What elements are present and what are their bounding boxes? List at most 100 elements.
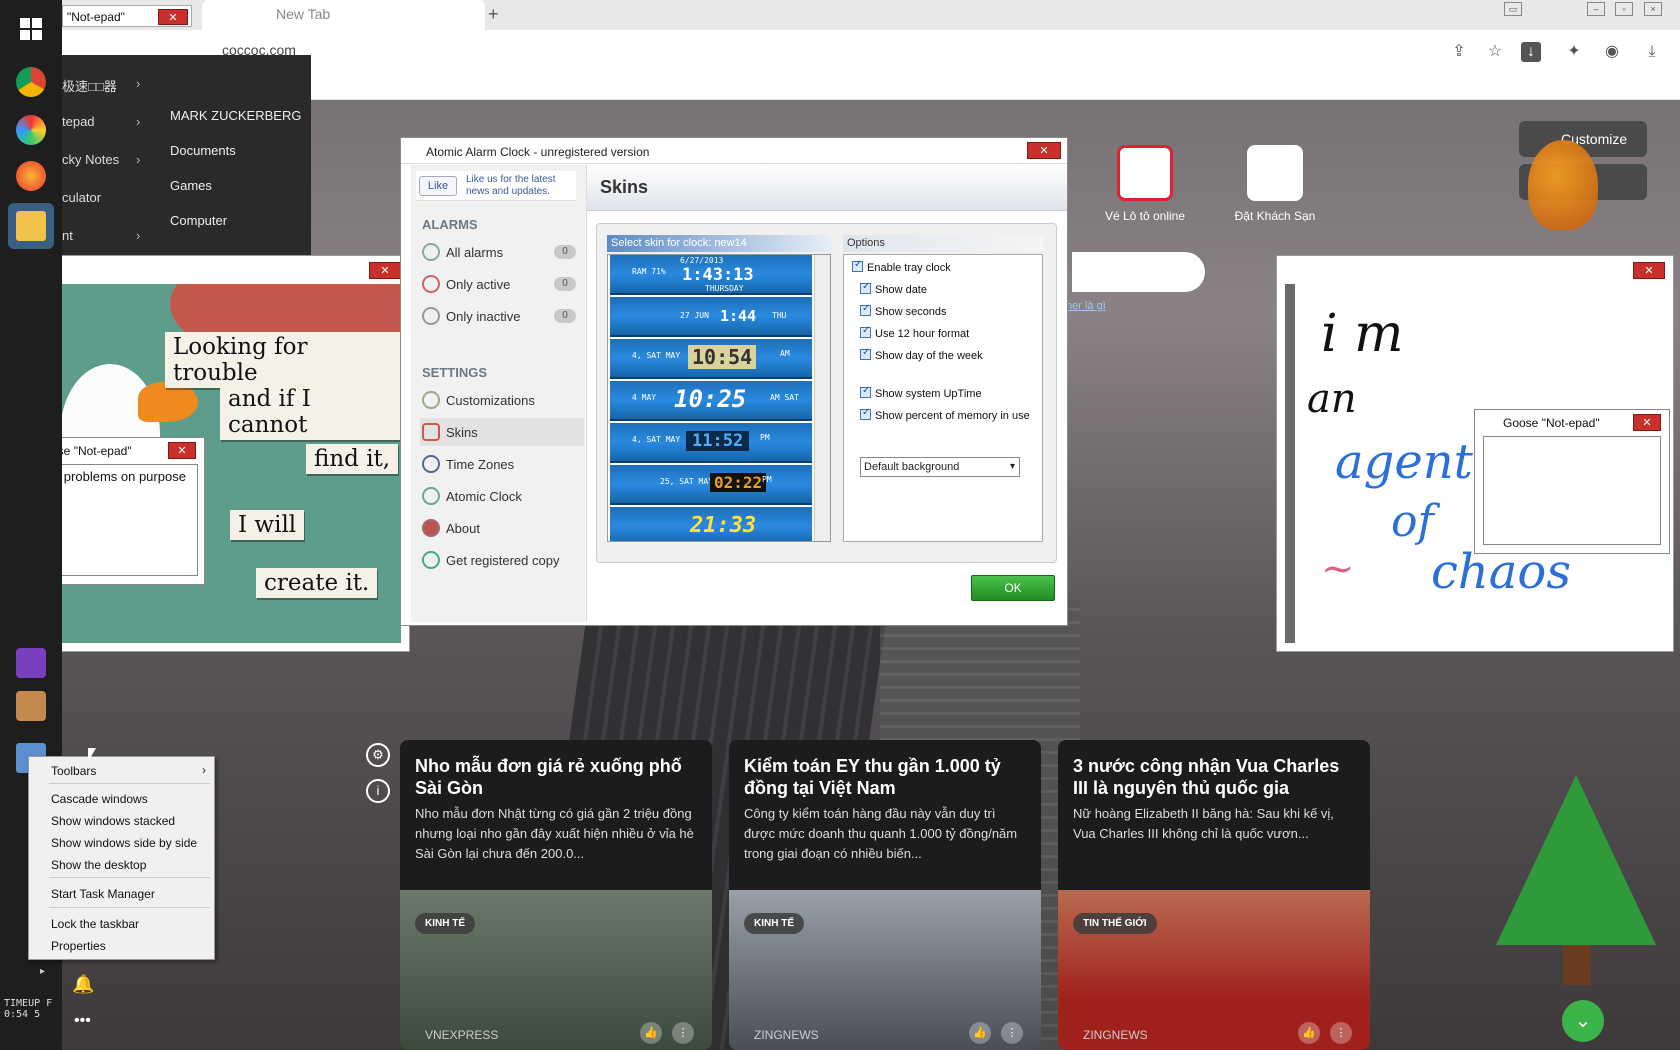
sidebar-item-skins[interactable]: Skins	[420, 418, 584, 446]
ok-button[interactable]: OK	[971, 575, 1055, 601]
skin-option[interactable]: 27 JUN 1:44 THU	[610, 297, 812, 337]
start-menu-user[interactable]: MARK ZUCKERBERG	[170, 108, 301, 143]
close-icon[interactable]: ✕	[168, 442, 196, 459]
news-card[interactable]: 3 nước công nhận Vua Charles III là nguy…	[1058, 740, 1370, 1050]
option-show-date[interactable]: Show date	[860, 281, 927, 296]
christmas-tree-decoration	[1496, 775, 1656, 945]
menu-item-stacked[interactable]: Show windows stacked	[51, 814, 175, 828]
sidebar-item-all-alarms[interactable]: All alarms 0	[420, 238, 584, 266]
sidebar-item-time-zones[interactable]: Time Zones	[420, 450, 584, 478]
minimize-button[interactable]: –	[1587, 2, 1605, 16]
sidebar-item-only-inactive[interactable]: Only inactive 0	[420, 302, 584, 330]
skin-list[interactable]: 6/27/2013 RAM 71% 1:43:13 THURSDAY 27 JU…	[607, 254, 831, 542]
like-text: Like us for the latest news and updates.	[466, 174, 556, 197]
option-12-hour[interactable]: Use 12 hour format	[860, 325, 969, 340]
skin-option[interactable]: 4, SAT MAY 11:52 PM	[610, 423, 812, 463]
skin-option[interactable]: 6/27/2013 RAM 71% 1:43:13 THURSDAY	[610, 255, 812, 295]
menu-item-cascade[interactable]: Cascade windows	[51, 792, 148, 806]
option-show-seconds[interactable]: Show seconds	[860, 303, 947, 318]
like-button[interactable]: Like	[419, 176, 457, 196]
close-icon[interactable]: ✕	[369, 262, 401, 279]
menu-item-side-by-side[interactable]: Show windows side by side	[51, 836, 197, 850]
tab-new-tab[interactable]: New Tab	[202, 0, 485, 30]
start-button[interactable]	[8, 6, 54, 52]
sidebar-item-atomic-clock[interactable]: Atomic Clock	[420, 482, 584, 510]
start-menu-documents[interactable]: Documents	[170, 143, 301, 178]
menu-item-properties[interactable]: Properties	[51, 939, 106, 953]
background-select[interactable]: Default background	[860, 457, 1020, 477]
alarm-titlebar[interactable]: Atomic Alarm Clock - unregistered versio…	[401, 138, 1067, 164]
skin-option[interactable]: 21:33	[610, 507, 812, 541]
option-enable-tray-clock[interactable]: Enable tray clock	[852, 259, 951, 274]
option-memory-percent[interactable]: Show percent of memory in use	[860, 407, 1030, 422]
maximize-button[interactable]: ▫	[1615, 2, 1633, 16]
goose-notepad-right[interactable]: Goose "Not-epad" ✕	[1474, 409, 1670, 554]
sidebar-item-about[interactable]: About	[420, 514, 584, 542]
close-button[interactable]: ×	[1644, 2, 1662, 16]
notification-bell-icon[interactable]: 🔔	[72, 974, 94, 995]
skin-option[interactable]: 4 MAY 10:25 AM SAT	[610, 381, 812, 421]
close-icon[interactable]: ✕	[1633, 414, 1661, 431]
menu-item-toolbars[interactable]: Toolbars	[51, 764, 96, 778]
picture-in-picture-icon[interactable]: ▭	[1504, 2, 1522, 16]
count-badge: 0	[554, 245, 576, 259]
scroll-down-icon[interactable]: ⌄	[1562, 1000, 1604, 1042]
skin-option[interactable]: 25, SAT MAY 02:22 PM	[610, 465, 812, 505]
more-options-icon[interactable]: ⋮	[672, 1022, 694, 1044]
start-menu-games[interactable]: Games	[170, 178, 301, 213]
shortcut-ve-lo-to[interactable]: Vé Lô tô online	[1096, 145, 1194, 223]
search-box[interactable]	[1072, 252, 1205, 292]
skin-list-scrollbar[interactable]	[814, 255, 830, 541]
notepad-strip-close-icon[interactable]: ✕	[158, 9, 188, 25]
alarm-clock-window[interactable]: Atomic Alarm Clock - unregistered versio…	[400, 137, 1068, 626]
thumbs-up-icon[interactable]: 👍	[1298, 1022, 1320, 1044]
shortcut-traveloka[interactable]: Đặt Khách Sạn	[1226, 145, 1324, 223]
notepad-strip-title: "Not-epad"	[67, 10, 125, 24]
menu-separator	[49, 877, 210, 878]
option-system-uptime[interactable]: Show system UpTime	[860, 385, 982, 400]
search-suggestion-link[interactable]: her là gì	[1066, 300, 1106, 312]
taskbar-clock[interactable]: TIMEUP F 0:54 5	[4, 998, 52, 1020]
profile-icon[interactable]: ◉	[1602, 42, 1622, 62]
goose-notepad-textarea[interactable]	[1483, 436, 1661, 545]
bookmark-star-icon[interactable]: ☆	[1485, 42, 1505, 62]
start-menu-item[interactable]: cky Notes ›	[62, 152, 152, 190]
more-dots-icon[interactable]: •••	[74, 1012, 91, 1030]
menu-item-lock-taskbar[interactable]: Lock the taskbar	[51, 917, 139, 931]
news-card[interactable]: Nho mẫu đơn giá rẻ xuống phố Sài Gòn Nho…	[400, 740, 712, 1050]
goose-image-titlebar[interactable]: ✕	[12, 256, 409, 284]
info-icon[interactable]: i	[366, 779, 390, 803]
menu-item-task-manager[interactable]: Start Task Manager	[51, 887, 155, 901]
more-options-icon[interactable]: ⋮	[1330, 1022, 1352, 1044]
thumbs-up-icon[interactable]: 👍	[640, 1022, 662, 1044]
taskbar-coccoc[interactable]	[8, 107, 54, 153]
taskbar-firefox[interactable]	[8, 153, 54, 199]
settings-gear-icon[interactable]: ⚙	[366, 743, 390, 767]
option-day-of-week[interactable]: Show day of the week	[860, 347, 983, 362]
taskbar-chrome[interactable]	[8, 59, 54, 105]
menu-item-show-desktop[interactable]: Show the desktop	[51, 858, 146, 872]
skin-option[interactable]: 4, SAT MAY 10:54 AM	[610, 339, 812, 379]
new-tab-button[interactable]: +	[488, 4, 499, 25]
sidebar-item-customizations[interactable]: Customizations	[420, 386, 584, 414]
downloads-icon[interactable]: ⤓	[1642, 42, 1662, 62]
close-icon[interactable]: ✕	[1027, 142, 1061, 159]
checkbox-checked-icon	[860, 325, 871, 338]
share-icon[interactable]: ⇪	[1449, 42, 1469, 62]
show-hidden-icons-icon[interactable]: ▸	[40, 966, 45, 977]
start-menu-item[interactable]: culator	[62, 190, 152, 228]
taskbar-paint[interactable]	[8, 683, 54, 729]
start-menu-item[interactable]: tepad ›	[62, 114, 152, 152]
sidebar-item-get-registered[interactable]: Get registered copy	[420, 546, 584, 574]
more-options-icon[interactable]: ⋮	[1001, 1022, 1023, 1044]
taskbar-visual-studio[interactable]	[8, 640, 54, 686]
thumbs-up-icon[interactable]: 👍	[969, 1022, 991, 1044]
sidebar-item-only-active[interactable]: Only active 0	[420, 270, 584, 298]
close-icon[interactable]: ✕	[1633, 262, 1665, 279]
news-card[interactable]: Kiểm toán EY thu gần 1.000 tỷ đồng tại V…	[729, 740, 1041, 1050]
taskbar-explorer[interactable]	[8, 203, 54, 249]
download-extension-icon[interactable]: ↓	[1521, 42, 1541, 62]
start-menu-item[interactable]: 极速□□器 ›	[62, 76, 152, 114]
start-menu-computer[interactable]: Computer	[170, 213, 301, 248]
extensions-icon[interactable]: ✦	[1564, 42, 1584, 62]
